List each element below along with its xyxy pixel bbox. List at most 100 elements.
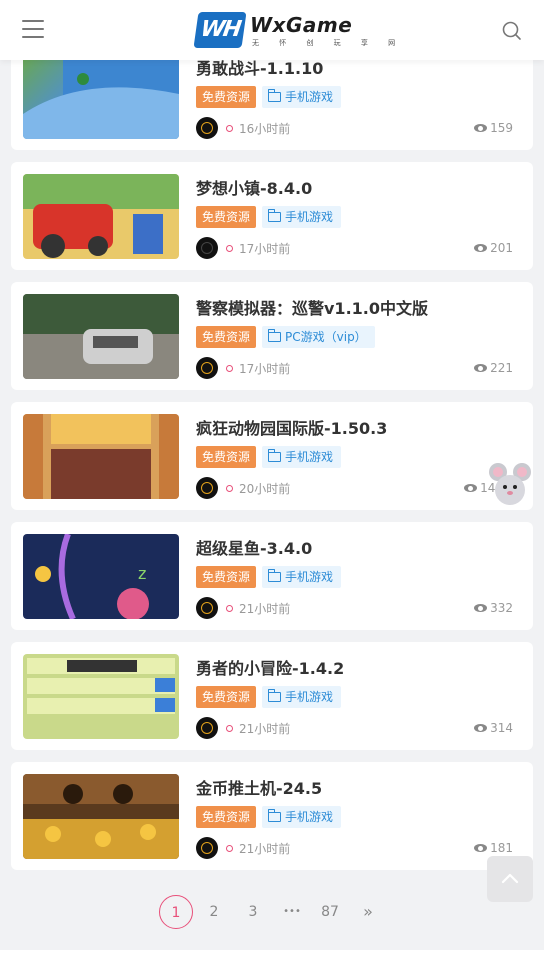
page-3-button[interactable]: 3 <box>243 895 263 929</box>
free-resource-tag[interactable]: 免费资源 <box>196 326 257 348</box>
post-tags: 免费资源 手机游戏 <box>196 86 342 108</box>
page-2-button[interactable]: 2 <box>204 895 224 929</box>
author-avatar[interactable] <box>196 117 218 139</box>
post-title[interactable]: 警察模拟器：巡警v1.1.0中文版 <box>196 295 428 319</box>
author-avatar[interactable] <box>196 357 218 379</box>
search-icon[interactable] <box>502 21 522 41</box>
post-card[interactable]: z 超级星鱼-3.4.0 免费资源 手机游戏 21小时前 332 <box>11 522 533 630</box>
page-87-button[interactable]: 87 <box>316 895 344 929</box>
folder-icon <box>268 809 282 822</box>
post-card[interactable]: 梦想小镇-8.4.0 免费资源 手机游戏 17小时前 201 <box>11 162 533 270</box>
time-dot-icon <box>226 844 233 852</box>
folder-icon <box>268 689 282 702</box>
time-dot-icon <box>226 244 233 252</box>
site-logo[interactable]: WH WxGame 无 怀 创 玩 享 网 <box>193 12 395 48</box>
free-resource-tag[interactable]: 免费资源 <box>196 566 257 588</box>
time-dot-icon <box>226 724 233 732</box>
back-to-top-button[interactable] <box>487 856 533 902</box>
author-avatar[interactable] <box>196 837 218 859</box>
post-time: 21小时前 <box>239 721 291 736</box>
category-label: 手机游戏 <box>285 570 334 584</box>
chevron-up-icon <box>501 873 519 884</box>
view-count: 314 <box>474 721 513 735</box>
post-title[interactable]: 金币推土机-24.5 <box>196 775 322 799</box>
view-count: 221 <box>474 361 513 375</box>
post-tags: 免费资源 手机游戏 <box>196 686 342 708</box>
post-thumbnail[interactable] <box>23 294 179 379</box>
post-time: 17小时前 <box>239 241 291 256</box>
time-dot-icon <box>226 484 233 492</box>
view-count-value: 314 <box>490 721 513 735</box>
post-meta: 17小时前 <box>196 237 290 259</box>
category-tag[interactable]: 手机游戏 <box>262 566 342 588</box>
view-count: 201 <box>474 241 513 255</box>
category-label: PC游戏（vip） <box>285 330 367 344</box>
author-avatar[interactable] <box>196 237 218 259</box>
mouse-mascot-icon[interactable] <box>488 460 532 508</box>
category-label: 手机游戏 <box>285 450 334 464</box>
post-title[interactable]: 梦想小镇-8.4.0 <box>196 175 312 199</box>
post-thumbnail[interactable] <box>23 654 179 739</box>
post-title[interactable]: 超级星鱼-3.4.0 <box>196 535 312 559</box>
post-tags: 免费资源 手机游戏 <box>196 806 342 828</box>
time-dot-icon <box>226 364 233 372</box>
post-thumbnail[interactable] <box>23 54 179 139</box>
svg-text:z: z <box>138 564 146 583</box>
time-dot-icon <box>226 124 233 132</box>
top-header: WH WxGame 无 怀 创 玩 享 网 <box>0 0 544 60</box>
post-card[interactable]: 警察模拟器：巡警v1.1.0中文版 免费资源 PC游戏（vip） 17小时前 2… <box>11 282 533 390</box>
author-avatar[interactable] <box>196 597 218 619</box>
post-card[interactable]: 勇者的小冒险-1.4.2 免费资源 手机游戏 21小时前 314 <box>11 642 533 750</box>
post-tags: 免费资源 PC游戏（vip） <box>196 326 375 348</box>
category-tag[interactable]: 手机游戏 <box>262 446 342 468</box>
free-resource-tag[interactable]: 免费资源 <box>196 86 257 108</box>
post-meta: 21小时前 <box>196 837 290 859</box>
post-meta: 16小时前 <box>196 117 290 139</box>
folder-icon <box>268 209 282 222</box>
view-count: 181 <box>474 841 513 855</box>
post-thumbnail[interactable] <box>23 774 179 859</box>
post-title[interactable]: 勇者的小冒险-1.4.2 <box>196 655 344 679</box>
eye-icon <box>474 844 488 852</box>
free-resource-tag[interactable]: 免费资源 <box>196 206 257 228</box>
eye-icon <box>464 484 478 492</box>
post-card[interactable]: 疯狂动物园国际版-1.50.3 免费资源 手机游戏 20小时前 146 <box>11 402 533 510</box>
category-tag[interactable]: PC游戏（vip） <box>262 326 375 348</box>
post-thumbnail[interactable] <box>23 414 179 499</box>
post-time: 20小时前 <box>239 481 291 496</box>
page-1-button[interactable]: 1 <box>159 895 193 929</box>
post-meta: 21小时前 <box>196 717 290 739</box>
free-resource-tag[interactable]: 免费资源 <box>196 686 257 708</box>
post-meta: 20小时前 <box>196 477 290 499</box>
post-card[interactable]: 金币推土机-24.5 免费资源 手机游戏 21小时前 181 <box>11 762 533 870</box>
post-thumbnail[interactable] <box>23 174 179 259</box>
eye-icon <box>474 244 488 252</box>
page-ellipsis: ••• <box>283 906 301 917</box>
category-tag[interactable]: 手机游戏 <box>262 206 342 228</box>
post-thumbnail[interactable]: z <box>23 534 179 619</box>
post-tags: 免费资源 手机游戏 <box>196 566 342 588</box>
view-count-value: 221 <box>490 361 513 375</box>
folder-icon <box>268 329 282 342</box>
free-resource-tag[interactable]: 免费资源 <box>196 806 257 828</box>
logo-mark: WH <box>193 12 247 48</box>
next-page-button[interactable]: » <box>358 895 378 929</box>
logo-text: WxGame <box>250 13 353 37</box>
free-resource-tag[interactable]: 免费资源 <box>196 446 257 468</box>
category-tag[interactable]: 手机游戏 <box>262 806 342 828</box>
post-time: 21小时前 <box>239 841 291 856</box>
category-tag[interactable]: 手机游戏 <box>262 86 342 108</box>
category-tag[interactable]: 手机游戏 <box>262 686 342 708</box>
hamburger-menu-icon[interactable] <box>22 20 44 40</box>
post-meta: 17小时前 <box>196 357 290 379</box>
post-title[interactable]: 疯狂动物园国际版-1.50.3 <box>196 415 387 439</box>
post-time: 21小时前 <box>239 601 291 616</box>
view-count-value: 201 <box>490 241 513 255</box>
post-meta: 21小时前 <box>196 597 290 619</box>
view-count-value: 332 <box>490 601 513 615</box>
view-count: 332 <box>474 601 513 615</box>
author-avatar[interactable] <box>196 477 218 499</box>
folder-icon <box>268 569 282 582</box>
author-avatar[interactable] <box>196 717 218 739</box>
post-tags: 免费资源 手机游戏 <box>196 206 342 228</box>
